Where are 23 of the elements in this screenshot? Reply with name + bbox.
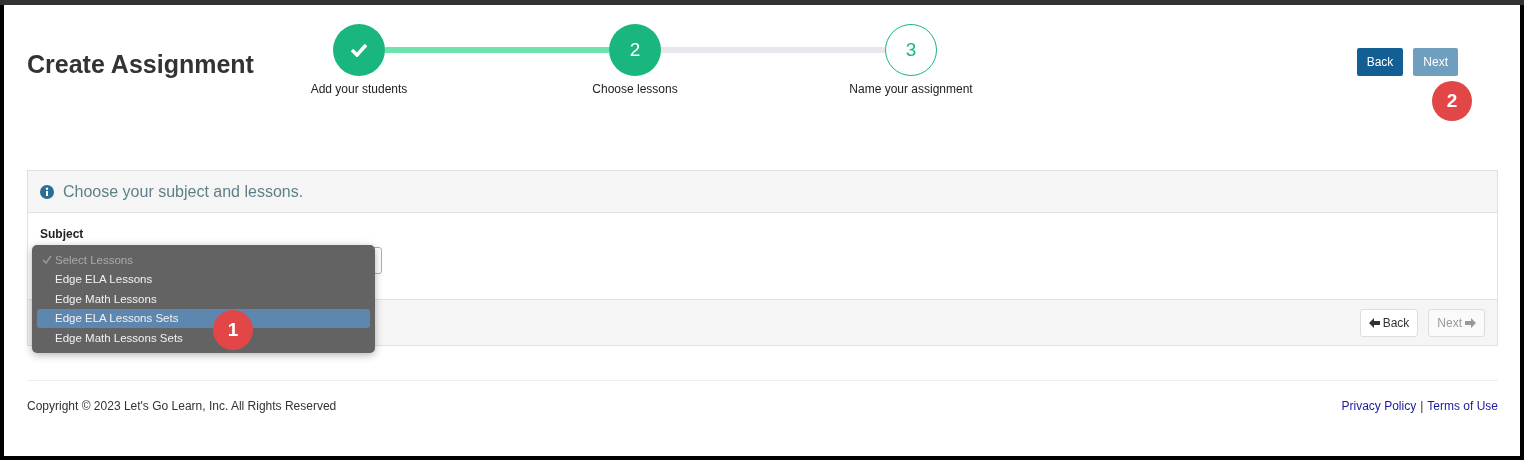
- back-button[interactable]: Back: [1356, 48, 1404, 76]
- info-icon: [40, 184, 54, 199]
- dropdown-option[interactable]: Edge Math Lessons: [37, 289, 165, 309]
- left-arrow-icon: [1368, 317, 1380, 328]
- terms-link[interactable]: Terms of Use: [1427, 399, 1498, 413]
- back-button[interactable]: Back: [1359, 308, 1419, 337]
- page-title: Create Assignment: [27, 50, 255, 79]
- field-label: Subject: [40, 227, 85, 241]
- dropdown-option[interactable]: Edge ELA Lessons: [37, 269, 161, 289]
- link-separator: |: [1420, 399, 1424, 413]
- copyright-text: Copyright © 2023 Let's Go Learn, Inc. All Rights Reserved: [27, 399, 337, 413]
- callout-badge: 2: [1432, 81, 1472, 121]
- check-icon: [350, 43, 368, 57]
- check-icon: [42, 255, 52, 265]
- privacy-link[interactable]: Privacy Policy: [1341, 399, 1417, 413]
- step-number: 2: [629, 39, 641, 61]
- step-number: 3: [905, 39, 917, 61]
- step-label: Add your students: [310, 82, 408, 96]
- dropdown-option[interactable]: Edge Math Lessons Sets: [37, 328, 191, 348]
- right-arrow-icon: [1465, 317, 1476, 328]
- step-label: Choose lessons: [592, 82, 678, 96]
- step-label: Name your assignment: [849, 82, 973, 96]
- panel-heading: Choose your subject and lessons.: [63, 182, 304, 201]
